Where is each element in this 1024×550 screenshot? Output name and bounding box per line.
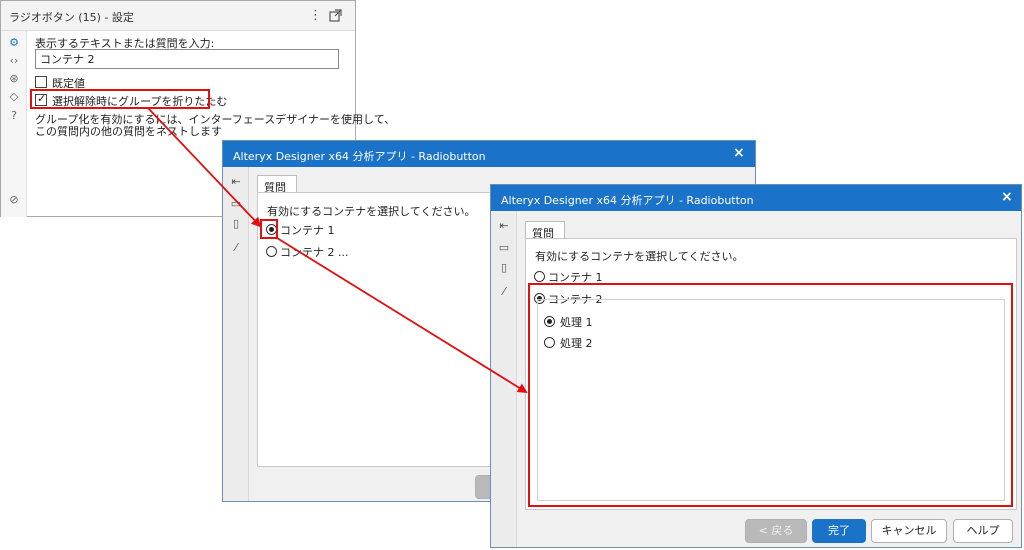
arrow-to-expanded-group [276,237,528,394]
arrow-to-container-1 [147,107,262,228]
annotation-arrows [147,107,528,394]
